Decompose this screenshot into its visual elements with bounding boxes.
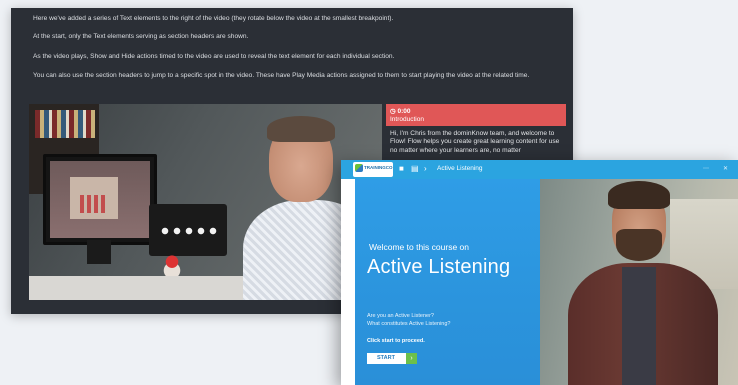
resources-icon[interactable]: ▤ [411, 164, 419, 174]
course-title: Active Listening [437, 165, 483, 172]
video-player[interactable] [29, 104, 382, 300]
logo-mark-icon [355, 164, 363, 172]
section-header-introduction[interactable]: ◷ 0:00 Introduction [386, 104, 566, 126]
close-icon[interactable]: ✕ [723, 165, 728, 172]
monitor-graphic [43, 154, 157, 245]
section-time: ◷ 0:00 [390, 108, 411, 115]
question-2: What constitutes Active Listening? [367, 321, 451, 327]
menu-icon[interactable]: ■ [399, 164, 404, 174]
course-app-panel: TRAININGCO ■ ▤ › Active Listening ⋯ ✕ We… [341, 160, 738, 385]
question-1: Are you an Active Listener? [367, 313, 434, 319]
proceed-hint: Click start to proceed. [367, 338, 425, 344]
settings-icon[interactable]: ⋯ [703, 165, 709, 172]
start-label: START [377, 355, 395, 361]
next-icon[interactable]: › [424, 164, 427, 174]
paragraph-2: At the start, only the Text elements ser… [33, 33, 249, 40]
brand-logo: TRAININGCO [353, 162, 393, 177]
section-text: Hi, I'm Chris from the dominKnow team, a… [390, 130, 560, 154]
app-top-bar: TRAININGCO ■ ▤ › Active Listening ⋯ ✕ [341, 160, 738, 179]
paragraph-4: You can also use the section headers to … [33, 72, 530, 79]
section-title: Introduction [390, 116, 424, 123]
toy-figurine [163, 254, 181, 276]
paragraph-1: Here we've added a series of Text elemen… [33, 15, 394, 22]
paragraph-3: As the video plays, Show and Hide action… [33, 53, 395, 60]
course-hero: Welcome to this course on Active Listeni… [341, 179, 738, 385]
laptop-graphic [149, 204, 227, 256]
welcome-text: Welcome to this course on [369, 242, 469, 252]
arrow-right-icon: › [406, 353, 417, 364]
hero-photo [540, 179, 738, 385]
hero-title: Active Listening [367, 256, 511, 278]
clock-icon: ◷ [390, 108, 396, 115]
start-button[interactable]: START › [367, 353, 417, 364]
